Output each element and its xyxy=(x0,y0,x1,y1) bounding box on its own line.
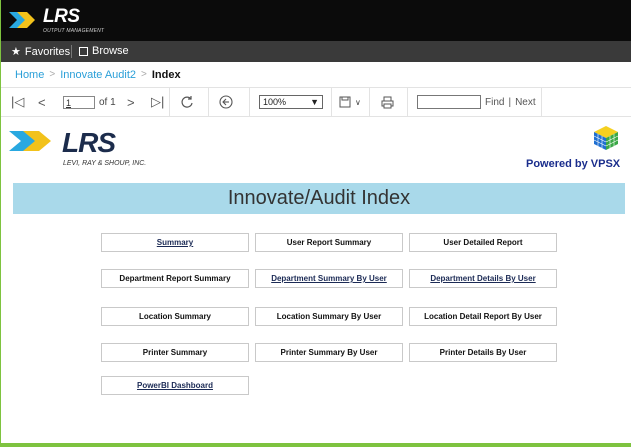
brand-bar: LRS OUTPUT MANAGEMENT xyxy=(1,0,631,41)
last-page-icon: ▷| xyxy=(151,94,165,109)
find-button[interactable]: Find xyxy=(485,97,504,108)
back-arrow-icon xyxy=(219,95,233,109)
location-detail-report-by-user-link[interactable]: Location Detail Report By User xyxy=(409,307,557,326)
toolbar-divider xyxy=(541,88,542,116)
breadcrumb: Home > Innovate Audit2 > Index xyxy=(1,62,631,87)
browse-menu[interactable]: Browse xyxy=(79,45,129,57)
breadcrumb-separator-icon: > xyxy=(141,69,147,80)
user-detailed-report-link[interactable]: User Detailed Report xyxy=(409,233,557,252)
report-content: LRS LEVI, RAY & SHOUP, INC. Powered by V… xyxy=(1,117,631,447)
brand-logo-subtitle: OUTPUT MANAGEMENT xyxy=(43,28,105,34)
powerbi-dashboard-link[interactable]: PowerBI Dashboard xyxy=(101,376,249,395)
department-details-by-user-link[interactable]: Department Details By User xyxy=(409,269,557,288)
zoom-value: 100% xyxy=(263,97,287,107)
previous-page-button[interactable]: < xyxy=(38,88,46,116)
breadcrumb-home[interactable]: Home xyxy=(15,69,44,81)
refresh-button[interactable] xyxy=(180,88,194,116)
toolbar-divider xyxy=(369,88,370,116)
printer-summary-by-user-link[interactable]: Printer Summary By User xyxy=(255,343,403,362)
toolbar-divider xyxy=(169,88,170,116)
refresh-icon xyxy=(181,96,193,108)
report-logo-text: LRS xyxy=(62,127,116,158)
toolbar-divider xyxy=(208,88,209,116)
zoom-select[interactable]: 100% ▼ xyxy=(259,95,323,109)
summary-link[interactable]: Summary xyxy=(101,233,249,252)
report-title: Innovate/Audit Index xyxy=(13,183,625,214)
toolbar-divider xyxy=(407,88,408,116)
lrs-logo-icon xyxy=(9,12,35,28)
save-icon xyxy=(339,96,351,108)
window-bottom-border xyxy=(1,443,631,447)
favbar-divider xyxy=(71,45,72,58)
find-next-button[interactable]: Next xyxy=(515,97,536,108)
report-toolbar: |◁ < 1 of 1 > ▷| 100% ▼ ∨ Find | Next xyxy=(1,87,631,117)
toolbar-divider xyxy=(249,88,250,116)
vpsx-cube-icon xyxy=(593,126,619,150)
powered-by-label: Powered by VPSX xyxy=(526,158,621,170)
page-number-input[interactable]: 1 xyxy=(63,95,95,109)
printer-summary-link[interactable]: Printer Summary xyxy=(101,343,249,362)
breadcrumb-current: Index xyxy=(151,68,181,81)
toolbar-divider xyxy=(331,88,332,116)
first-page-icon: |◁ xyxy=(11,94,25,109)
chevron-down-icon: ∨ xyxy=(355,97,361,107)
location-summary-link[interactable]: Location Summary xyxy=(101,307,249,326)
page-count-label: of 1 xyxy=(99,96,116,108)
favorites-label: Favorites xyxy=(24,45,71,58)
star-icon: ★ xyxy=(11,46,21,58)
chevron-right-icon: > xyxy=(127,94,135,110)
print-icon xyxy=(381,96,394,108)
back-to-parent-button[interactable] xyxy=(219,88,233,116)
find-separator: | xyxy=(508,96,512,108)
next-page-button[interactable]: > xyxy=(127,88,135,116)
find-input[interactable] xyxy=(417,95,481,109)
user-report-summary-link[interactable]: User Report Summary xyxy=(255,233,403,252)
lrs-report-logo-icon xyxy=(9,131,51,151)
location-summary-by-user-link[interactable]: Location Summary By User xyxy=(255,307,403,326)
print-button[interactable] xyxy=(381,88,394,116)
favorites-menu[interactable]: ★ Favorites xyxy=(11,45,71,59)
breadcrumb-separator-icon: > xyxy=(49,69,56,80)
report-logo-subtitle: LEVI, RAY & SHOUP, INC. xyxy=(63,160,147,167)
chevron-left-icon: < xyxy=(38,94,46,110)
department-summary-by-user-link[interactable]: Department Summary By User xyxy=(255,269,403,288)
last-page-button[interactable]: ▷| xyxy=(151,88,164,116)
first-page-button[interactable]: |◁ xyxy=(11,88,24,116)
chevron-down-icon: ▼ xyxy=(310,97,319,107)
printer-details-by-user-link[interactable]: Printer Details By User xyxy=(409,343,557,362)
browse-label: Browse xyxy=(92,45,129,57)
export-button[interactable]: ∨ xyxy=(339,88,361,116)
brand-logo-text: LRS xyxy=(43,6,80,27)
breadcrumb-innovate-audit2[interactable]: Innovate Audit2 xyxy=(60,69,136,81)
favorites-bar: ★ Favorites Browse xyxy=(1,41,631,62)
browse-icon xyxy=(79,46,88,56)
report-viewer-window: LRS OUTPUT MANAGEMENT ★ Favorites Browse… xyxy=(0,0,631,447)
department-report-summary-link[interactable]: Department Report Summary xyxy=(101,269,249,288)
